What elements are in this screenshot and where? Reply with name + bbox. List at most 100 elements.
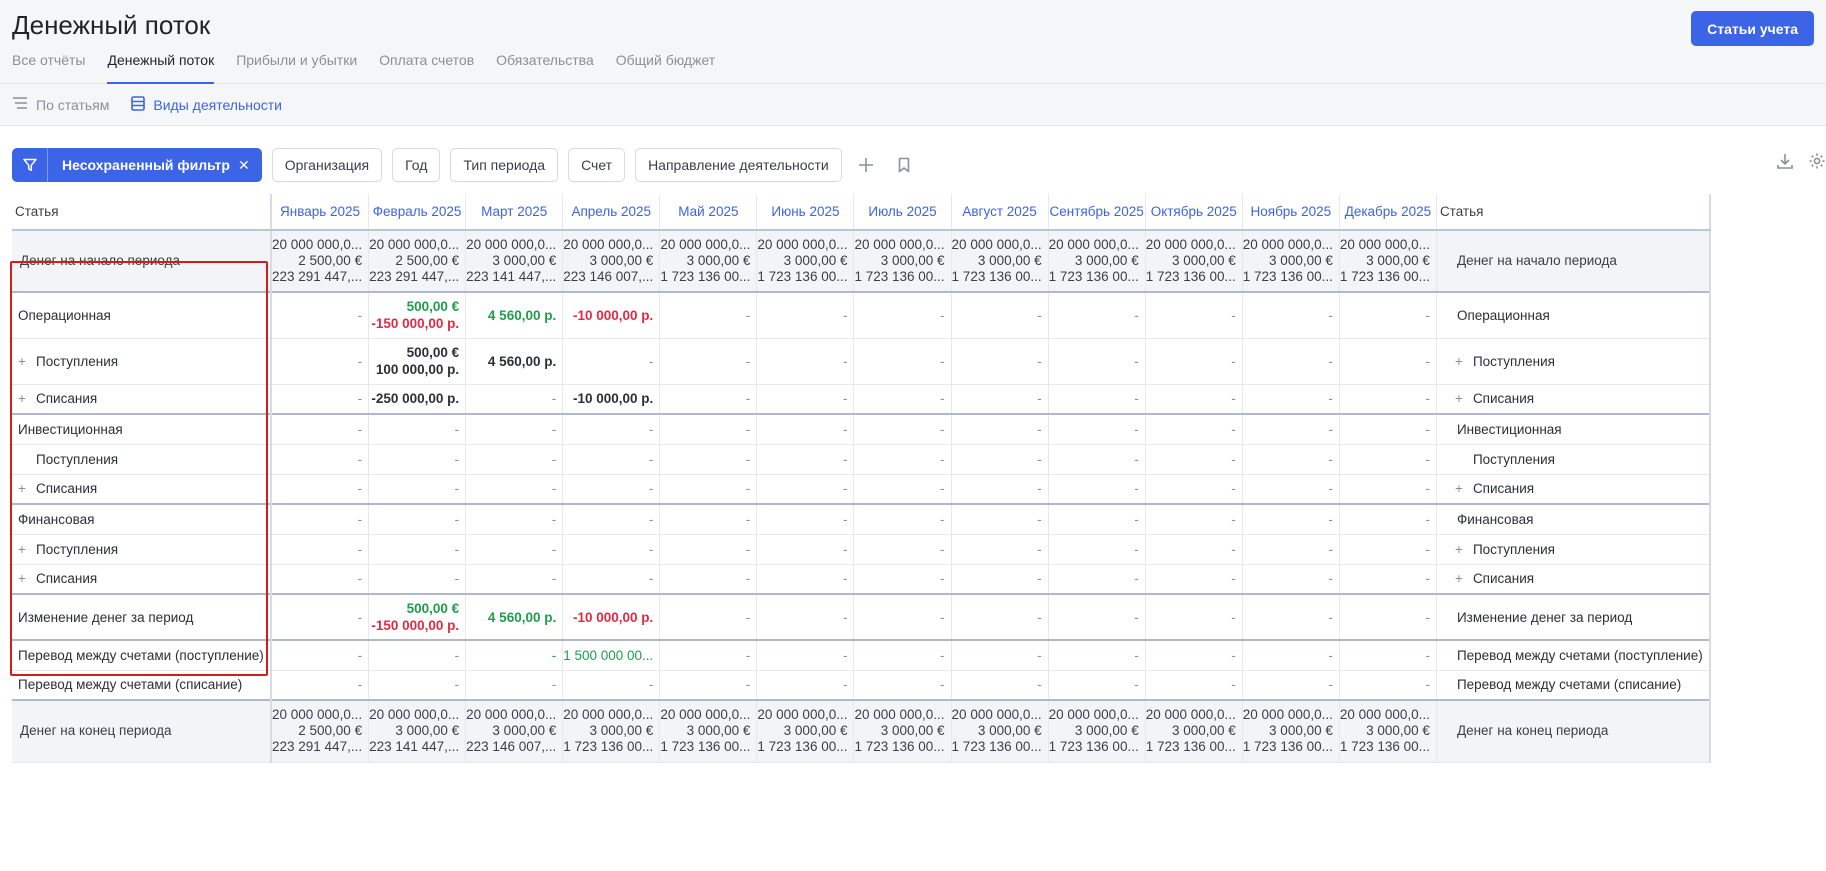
column-header-month[interactable]: Октябрь 2025	[1145, 194, 1243, 231]
column-header-article[interactable]: Статья	[12, 194, 272, 231]
empty-dash: -	[551, 571, 557, 587]
cell-value: -	[1425, 609, 1430, 625]
expand-plus-icon[interactable]: +	[18, 354, 36, 369]
expand-plus-icon[interactable]: +	[18, 571, 36, 586]
year-filter-button[interactable]: Год	[392, 148, 441, 182]
activities-toggle[interactable]: Виды деятельности	[131, 95, 282, 114]
close-icon[interactable]: ✕	[238, 157, 262, 174]
value-cell: -	[951, 639, 1049, 671]
column-header-month[interactable]: Февраль 2025	[368, 194, 467, 231]
account-filter-button[interactable]: Счет	[568, 148, 626, 182]
balance-value: 3 000,00 €	[880, 723, 945, 739]
organization-filter-button[interactable]: Организация	[271, 148, 383, 182]
download-icon[interactable]	[1776, 152, 1794, 175]
period-type-filter-button[interactable]: Тип периода	[450, 148, 559, 182]
balance-value: 20 000 000,0...	[1339, 707, 1430, 723]
value-cell: -	[756, 384, 855, 415]
expand-plus-icon[interactable]: +	[1455, 571, 1473, 586]
empty-dash: -	[1134, 571, 1139, 587]
column-header-month[interactable]: Декабрь 2025	[1339, 194, 1437, 231]
expand-plus-icon[interactable]: +	[18, 481, 36, 496]
expand-plus-icon[interactable]: +	[1455, 354, 1473, 369]
row-label-repeat: Операционная	[1436, 291, 1711, 339]
bookmark-icon[interactable]	[890, 148, 918, 182]
value-cell: -	[1145, 474, 1243, 505]
tab-profit-loss[interactable]: Прибыли и убытки	[236, 52, 357, 84]
value-cell: -	[951, 291, 1049, 339]
value-cell: -	[368, 534, 467, 565]
cell-value: 500,00 €	[406, 345, 460, 360]
empty-dash: -	[1425, 481, 1430, 497]
tab-liabilities[interactable]: Обязательства	[496, 52, 594, 84]
cell-value: 4 560,00 р.	[487, 307, 557, 323]
tab-cash-flow[interactable]: Денежный поток	[107, 52, 215, 84]
row-label[interactable]: + Списания	[12, 474, 272, 505]
balance-value: 3 000,00 €	[492, 253, 557, 268]
column-header-month[interactable]: Май 2025	[659, 194, 758, 231]
balance-cell: 20 000 000,0... 3 000,00 €1 723 136 00...	[1339, 699, 1437, 763]
expand-plus-icon[interactable]: +	[18, 391, 36, 406]
empty-dash: -	[1328, 511, 1333, 527]
expand-plus-icon[interactable]: +	[1455, 391, 1473, 406]
value-cell: -	[1339, 593, 1437, 641]
balance-cell: 20 000 000,0... 3 000,00 €1 723 136 00...	[1339, 230, 1437, 293]
tab-total-budget[interactable]: Общий бюджет	[616, 52, 715, 84]
value-cell: -	[756, 413, 855, 445]
by-items-toggle[interactable]: По статьям	[12, 96, 109, 113]
active-filter-chip[interactable]: Несохраненный фильтр ✕	[12, 148, 262, 182]
value-cell: -	[465, 413, 564, 445]
value-cell: -	[659, 338, 758, 385]
balance-cell: 20 000 000,0... 3 000,00 €1 723 136 00...	[853, 699, 952, 763]
plus-icon[interactable]	[852, 148, 880, 182]
column-header-month[interactable]: Сентябрь 2025	[1048, 194, 1146, 231]
row-label-text: Изменение денег за период	[18, 609, 194, 625]
table-row: Финансовая - - - - - - - - - - - - Финансовая	[12, 503, 1711, 535]
balance-value: 20 000 000,0...	[660, 237, 751, 252]
row-label-repeat: Перевод между счетами (списание)	[1436, 670, 1711, 701]
row-label-text: Поступления	[1472, 353, 1555, 369]
empty-dash: -	[940, 677, 945, 693]
filter-icon[interactable]	[12, 148, 48, 182]
expand-plus-icon[interactable]: +	[18, 542, 36, 557]
row-label[interactable]: + Поступления	[12, 338, 272, 385]
table-row: Поступления - - - - - - - - - - - - Поступления	[12, 444, 1711, 475]
expand-plus-icon[interactable]: +	[1455, 481, 1473, 496]
row-label-text: Финансовая	[18, 511, 95, 527]
value-cell: -	[853, 413, 952, 445]
empty-dash: -	[842, 421, 848, 437]
row-label[interactable]: + Поступления	[12, 534, 272, 565]
list-lines-icon	[12, 96, 28, 113]
empty-dash: -	[745, 421, 751, 437]
column-header-article-repeat[interactable]: Статья	[1436, 194, 1711, 231]
column-header-month[interactable]: Июнь 2025	[756, 194, 855, 231]
gear-icon[interactable]	[1808, 152, 1826, 175]
empty-dash: -	[1037, 421, 1042, 437]
column-header-month[interactable]: Август 2025	[951, 194, 1049, 231]
value-cell: -	[271, 413, 370, 445]
column-header-month[interactable]: Июль 2025	[853, 194, 952, 231]
empty-dash: -	[745, 571, 751, 587]
value-cell: -	[1145, 534, 1243, 565]
column-header-month[interactable]: Март 2025	[465, 194, 564, 231]
balance-value: 20 000 000,0...	[854, 707, 945, 723]
value-cell: -	[1339, 384, 1437, 415]
direction-filter-button[interactable]: Направление деятельности	[635, 148, 842, 182]
value-cell: -	[368, 413, 467, 445]
tab-all-reports[interactable]: Все отчёты	[12, 52, 85, 84]
value-cell: -	[1145, 503, 1243, 535]
tab-invoice-payment[interactable]: Оплата счетов	[379, 52, 474, 84]
expand-plus-icon[interactable]: +	[1455, 542, 1473, 557]
row-label[interactable]: + Списания	[12, 564, 272, 595]
empty-dash: -	[648, 571, 654, 587]
balance-value: 2 500,00 €	[395, 253, 460, 268]
column-header-month[interactable]: Январь 2025	[271, 194, 370, 231]
column-header-month[interactable]: Ноябрь 2025	[1242, 194, 1340, 231]
cell-value: -150 000,00 р.	[371, 316, 460, 332]
column-header-month[interactable]: Апрель 2025	[562, 194, 661, 231]
accounting-items-button[interactable]: Статьи учета	[1691, 11, 1814, 46]
value-cell: -	[271, 474, 370, 505]
row-label[interactable]: + Списания	[12, 384, 272, 415]
value-cell: -	[562, 444, 661, 475]
balance-value: 1 723 136 00...	[1339, 739, 1430, 755]
balance-value: 1 723 136 00...	[1048, 269, 1139, 284]
